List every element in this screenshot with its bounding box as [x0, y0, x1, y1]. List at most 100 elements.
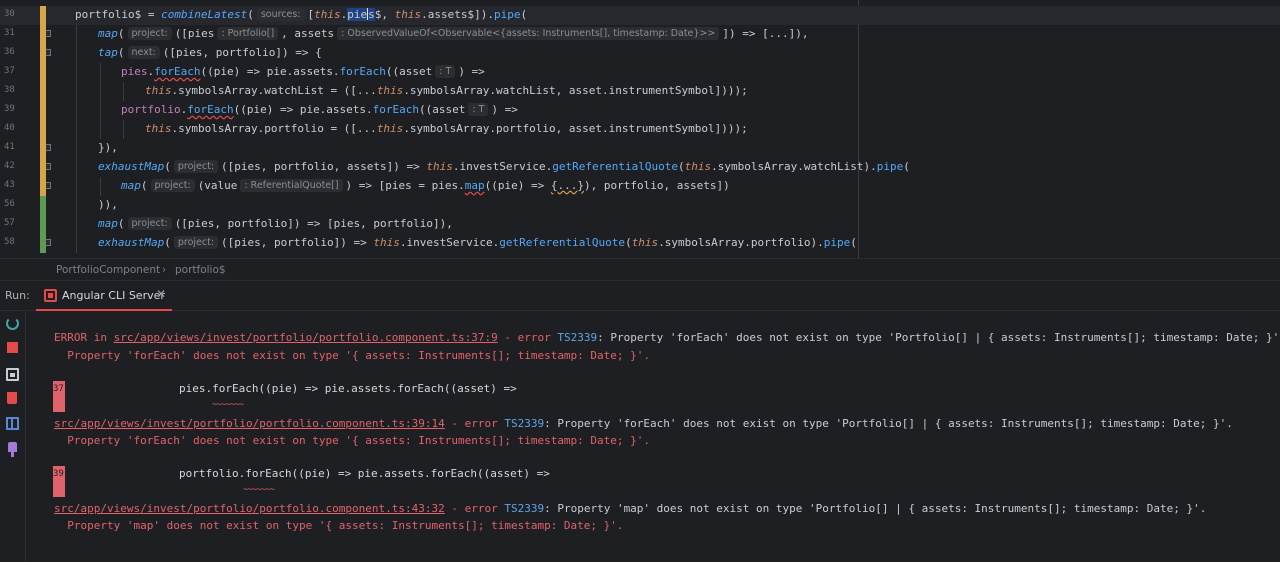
line-number: 56: [4, 199, 15, 209]
code-line[interactable]: 42 exhaustMap(project: ([pies, portfolio,…: [0, 158, 1280, 177]
line-number: 38: [4, 85, 15, 95]
tab-angular-cli-server[interactable]: Angular CLI Server ✕: [36, 281, 172, 311]
stop-icon[interactable]: [7, 342, 18, 353]
change-marker-modified[interactable]: [40, 6, 46, 25]
change-marker-modified[interactable]: [40, 44, 46, 63]
type-hint: : ReferentialQuote[]: [240, 179, 343, 192]
indent-guide: [76, 82, 77, 101]
change-marker-modified[interactable]: [40, 158, 46, 177]
line-number: 57: [4, 218, 15, 228]
change-marker-modified[interactable]: [40, 25, 46, 44]
console-line: Property 'forEach' does not exist on typ…: [54, 349, 651, 362]
param-hint: next:: [127, 46, 160, 59]
change-marker-added[interactable]: [40, 234, 46, 253]
code-text: map(project: (value: ReferentialQuote[]) …: [121, 179, 730, 192]
error-squiggle: ~~~~~~~: [212, 400, 244, 410]
indent-guide: [100, 101, 101, 120]
console-line: ERROR in src/app/views/invest/portfolio/…: [54, 331, 1280, 344]
line-number: 37: [4, 66, 15, 76]
code-line[interactable]: 56 )),: [0, 196, 1280, 215]
indent-guide: [123, 82, 124, 101]
indent-guide: [76, 44, 77, 63]
line-number: 43: [4, 180, 15, 190]
indent-guide: [76, 63, 77, 82]
param-hint: project:: [127, 27, 172, 40]
console-line: Property 'map' does not exist on type '{…: [54, 519, 624, 532]
code-editor[interactable]: 30 portfolio$ = combineLatest(sources: [t…: [0, 0, 1280, 258]
indent-guide: [76, 139, 77, 158]
line-number: 42: [4, 161, 15, 171]
code-line[interactable]: 39 portfolio.forEach((pie) => pie.assets…: [0, 101, 1280, 120]
indent-guide: [76, 215, 77, 234]
line-number: 31: [4, 28, 15, 38]
code-text: this.symbolsArray.watchList = ([...this.…: [145, 84, 748, 97]
code-line[interactable]: 43 map(project: (value: ReferentialQuote[…: [0, 177, 1280, 196]
breadcrumb-component[interactable]: PortfolioComponent: [56, 264, 160, 276]
indent-guide: [123, 120, 124, 139]
change-marker-added[interactable]: [40, 196, 46, 215]
code-line[interactable]: 30 portfolio$ = combineLatest(sources: [t…: [0, 6, 1280, 25]
run-label: Run:: [5, 289, 30, 302]
change-marker-modified[interactable]: [40, 82, 46, 101]
console-line: src/app/views/invest/portfolio/portfolio…: [54, 417, 1233, 430]
source-line-number: 39: [53, 466, 65, 497]
indent-guide: [76, 234, 77, 253]
type-hint: : ObservedValueOf<Observable<{assets: In…: [337, 27, 720, 40]
code-text: tap(next: ([pies, portfolio]) => {: [98, 46, 322, 59]
breadcrumb-member[interactable]: portfolio$: [175, 264, 226, 276]
line-number: 30: [4, 9, 15, 19]
error-file-link[interactable]: src/app/views/invest/portfolio/portfolio…: [54, 502, 445, 515]
layout-icon[interactable]: [6, 417, 19, 430]
param-hint: project:: [127, 217, 172, 230]
indent-guide: [100, 177, 101, 196]
code-text: )),: [98, 198, 118, 211]
error-file-link[interactable]: src/app/views/invest/portfolio/portfolio…: [54, 417, 445, 430]
trash-icon[interactable]: [7, 392, 17, 404]
save-output-icon[interactable]: [6, 368, 19, 381]
type-hint: : T: [468, 103, 489, 116]
line-number: 58: [4, 237, 15, 247]
angular-icon: [44, 289, 57, 302]
param-hint: project:: [150, 179, 195, 192]
source-excerpt: portfolio.forEach((pie) => pie.assets.fo…: [179, 467, 550, 480]
indent-guide: [100, 63, 101, 82]
error-squiggle: ~~~~~~~: [243, 485, 275, 495]
code-text: this.symbolsArray.portfolio = ([...this.…: [145, 122, 748, 135]
code-line[interactable]: 37 pies.forEach((pie) => pie.assets.forE…: [0, 63, 1280, 82]
param-hint: project:: [173, 236, 219, 249]
line-number: 41: [4, 142, 15, 152]
code-text: exhaustMap(project: ([pies, portfolio]) =…: [98, 236, 857, 249]
code-line[interactable]: 38 this.symbolsArray.watchList = ([...th…: [0, 82, 1280, 101]
code-text: }),: [98, 141, 118, 154]
param-hint: project:: [173, 160, 219, 173]
run-header: Run: Angular CLI Server ✕: [0, 281, 1280, 311]
pin-icon[interactable]: [8, 442, 17, 457]
change-marker-modified[interactable]: [40, 120, 46, 139]
code-line[interactable]: 41 }),: [0, 139, 1280, 158]
indent-guide: [76, 120, 77, 139]
close-icon[interactable]: ✕: [156, 287, 166, 301]
code-line[interactable]: 40 this.symbolsArray.portfolio = ([...th…: [0, 120, 1280, 139]
code-text: portfolio.forEach((pie) => pie.assets.fo…: [121, 103, 518, 116]
code-text: exhaustMap(project: ([pies, portfolio, as…: [98, 160, 910, 173]
indent-guide: [100, 120, 101, 139]
indent-guide: [76, 25, 77, 44]
error-file-link[interactable]: src/app/views/invest/portfolio/portfolio…: [114, 331, 498, 344]
code-line[interactable]: 31 map(project: ([pies: Portfolio[], asse…: [0, 25, 1280, 44]
indent-guide: [76, 177, 77, 196]
code-text: map(project: ([pies, portfolio]) => [pies…: [98, 217, 453, 230]
change-marker-added[interactable]: [40, 215, 46, 234]
code-line[interactable]: 36 tap(next: ([pies, portfolio]) => {: [0, 44, 1280, 63]
change-marker-modified[interactable]: [40, 63, 46, 82]
change-marker-modified[interactable]: [40, 101, 46, 120]
code-line[interactable]: 58 exhaustMap(project: ([pies, portfolio]…: [0, 234, 1280, 253]
change-marker-modified[interactable]: [40, 139, 46, 158]
rerun-icon[interactable]: [6, 317, 19, 330]
line-number: 40: [4, 123, 15, 133]
run-toolbar: [0, 311, 26, 562]
tab-label: Angular CLI Server: [62, 289, 165, 302]
code-line[interactable]: 57 map(project: ([pies, portfolio]) => [p…: [0, 215, 1280, 234]
change-marker-modified[interactable]: [40, 177, 46, 196]
indent-guide: [76, 101, 77, 120]
run-tool-window: Run: Angular CLI Server ✕ ERROR in src/a…: [0, 281, 1280, 562]
